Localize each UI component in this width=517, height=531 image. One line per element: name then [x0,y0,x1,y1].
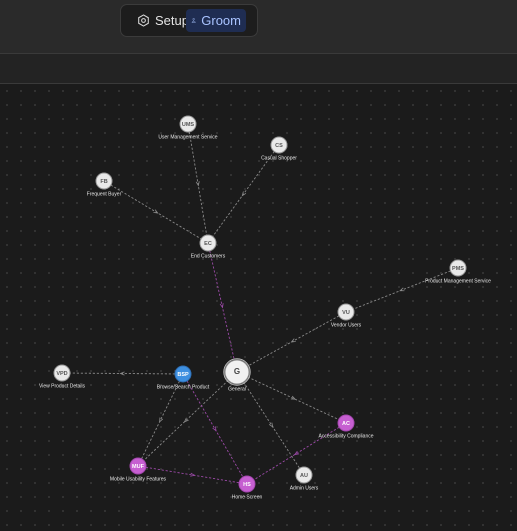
edge-vu-g [247,315,340,367]
edge-pms-vu [353,270,451,310]
node-label: Vendor Users [331,323,362,329]
graph-nodes: UMS User Management Service CS Casual Shopp… [39,115,491,501]
edge-arrow-icon [153,209,159,214]
node-abbr: UMS [182,122,195,128]
dependency-graph[interactable]: UMS User Management Service CS Casual Shopp… [0,84,517,531]
graph-node-ac[interactable]: AC Accessibility Compliance [318,414,374,440]
groom-mode-button[interactable]: Groom [186,9,246,32]
edge-cs-ec [212,151,275,237]
node-label: Browse/Search Product [157,385,210,391]
node-abbr: VU [342,310,350,316]
edge-arrow-icon [268,422,274,428]
node-label: Accessibility Compliance [318,434,373,440]
edge-g-au [243,381,301,469]
node-label: General [228,387,246,393]
node-abbr: HS [243,482,251,488]
secondary-toolbar [0,54,517,84]
edge-arrow-icon [290,338,296,343]
node-abbr: AC [342,421,350,427]
gear-icon [138,14,149,27]
node-label: View Product Details [39,384,86,390]
graph-node-ec[interactable]: EC End Customers [191,234,226,260]
edge-ums-ec [188,131,208,236]
node-abbr: MUF [132,464,145,470]
graph-node-fb[interactable]: FB Frequent Buyer [87,172,122,198]
graph-node-vpd[interactable]: VPD View Product Details [39,364,86,390]
node-label: End Customers [191,254,226,260]
edge-bsp-muf [141,380,180,460]
edge-ec-g [209,250,235,361]
graph-node-g[interactable]: G General [223,358,251,393]
node-label: Product Management Service [425,279,491,285]
graph-canvas[interactable]: UMS User Management Service CS Casual Shopp… [0,84,517,531]
node-label: Frequent Buyer [87,192,122,198]
node-abbr: FB [100,179,107,185]
node-label: Admin Users [290,486,319,492]
node-abbr: AU [300,473,308,479]
node-abbr: VPD [56,371,67,377]
setup-mode-button[interactable]: Setup [132,9,194,32]
graph-node-muf[interactable]: MUF Mobile Usability Features [110,457,167,483]
graph-node-bsp[interactable]: BSP Browse/Search Product [157,365,210,391]
edge-fb-ec [110,184,202,240]
graph-node-cs[interactable]: CS Casual Shopper [261,136,297,162]
node-label: Mobile Usability Features [110,477,167,483]
edge-bsp-vpd [69,372,176,375]
node-label: Home Screen [232,495,263,501]
node-label: Casual Shopper [261,156,297,162]
graph-node-ums[interactable]: UMS User Management Service [158,115,218,141]
node-abbr: G [234,367,240,376]
node-abbr: BSP [177,372,189,378]
graph-node-pms[interactable]: PMS Product Management Service [425,259,491,285]
graph-node-hs[interactable]: HS Home Screen [232,475,263,501]
node-label: User Management Service [158,135,217,141]
setup-mode-label: Setup [155,13,189,28]
edge-g-muf [143,379,229,461]
user-network-icon [191,18,196,23]
groom-mode-label: Groom [201,13,241,28]
edge-arrow-icon [219,303,224,309]
mode-switch: Setup Groom [120,4,258,37]
graph-edges [69,131,451,484]
top-toolbar: Setup Groom [0,0,517,54]
edge-bsp-hs [186,380,244,478]
node-abbr: EC [204,241,212,247]
node-abbr: CS [275,143,283,149]
node-abbr: PMS [452,266,464,272]
graph-node-au[interactable]: AU Admin Users [290,466,319,492]
edge-g-ac [247,376,339,421]
